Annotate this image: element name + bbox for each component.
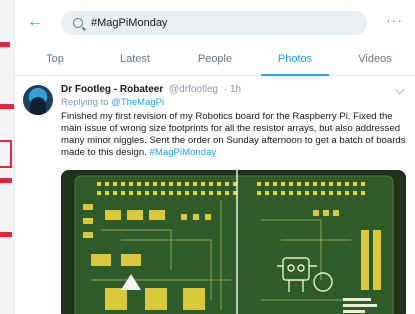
tweet-text: Finished my first revision of my Robotic… — [61, 111, 406, 159]
tweet-body: Finished my first revision of my Robotic… — [61, 111, 406, 158]
decorative-red-mark — [0, 104, 14, 109]
tab-bar: Top Latest People Photos Videos — [15, 46, 415, 76]
more-dots-icon[interactable]: ··· — [386, 12, 403, 28]
decorative-red-mark — [0, 42, 10, 47]
tweet-header: Dr Footleg - Robateer @drfootleg · 1h — [61, 84, 241, 95]
tab-latest[interactable]: Latest — [95, 46, 175, 75]
tweet-photo[interactable] — [61, 170, 406, 314]
replying-prefix: Replying to — [61, 97, 112, 108]
decorative-red-bracket — [0, 140, 12, 168]
tab-people[interactable]: People — [175, 46, 255, 75]
decorative-red-mark — [0, 232, 12, 237]
author-name[interactable]: Dr Footleg - Robateer — [61, 84, 163, 95]
tab-top[interactable]: Top — [15, 46, 95, 75]
tab-videos[interactable]: Videos — [335, 46, 415, 75]
hashtag-link[interactable]: #MagPiMonday — [150, 147, 217, 158]
search-input[interactable]: #MagPiMonday — [61, 11, 367, 35]
search-icon — [73, 18, 83, 28]
chevron-down-icon[interactable] — [394, 84, 405, 95]
twitter-search-panel: ← #MagPiMonday ··· Top Latest People Pho… — [14, 0, 415, 314]
top-bar: ← #MagPiMonday ··· — [15, 0, 415, 46]
replying-to-link[interactable]: @TheMagPi — [111, 97, 164, 108]
back-arrow-icon[interactable]: ← — [27, 13, 43, 31]
tab-photos[interactable]: Photos — [255, 46, 335, 76]
author-handle[interactable]: @drfootleg — [169, 84, 218, 95]
decorative-red-mark — [0, 178, 12, 183]
tweet-time[interactable]: · 1h — [224, 84, 241, 95]
pcb-photo-image — [61, 170, 406, 314]
avatar[interactable] — [23, 85, 53, 115]
replying-to: Replying to @TheMagPi — [61, 97, 164, 108]
search-query: #MagPiMonday — [91, 17, 168, 29]
